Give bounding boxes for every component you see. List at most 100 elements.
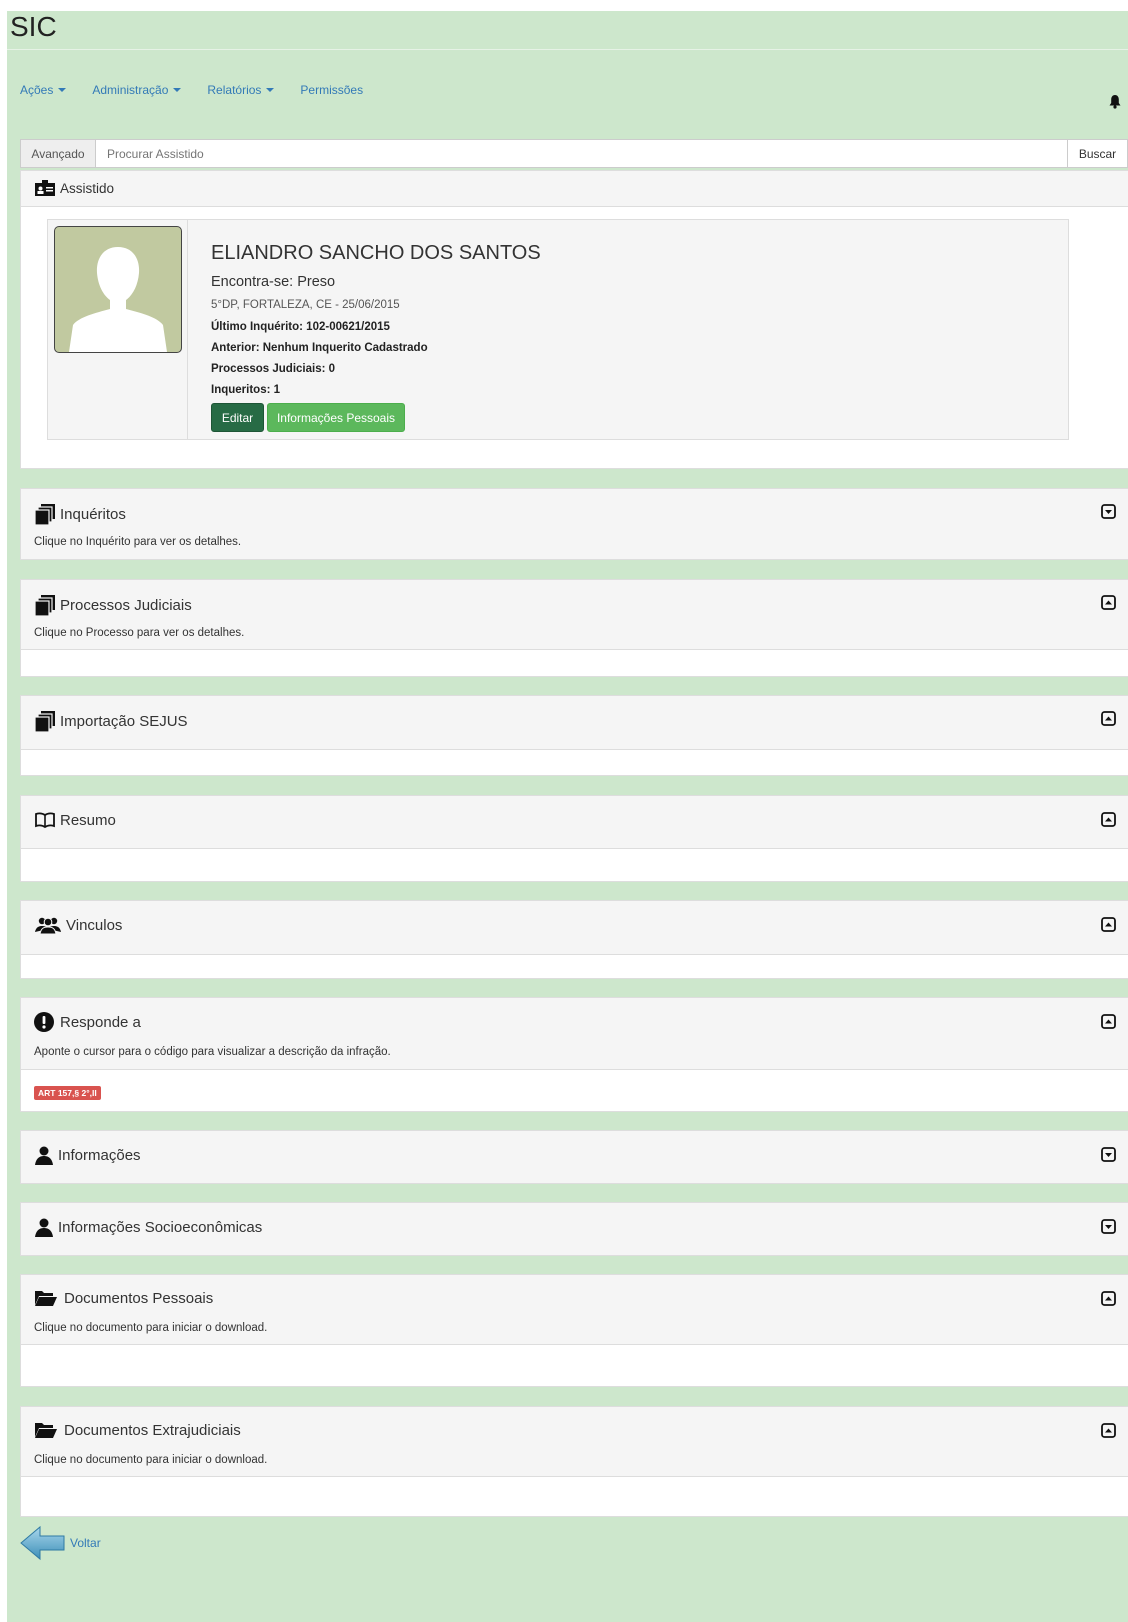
responde-panel: Responde a Aponte o cursor para o código… — [20, 997, 1128, 1112]
copy-icon — [34, 710, 56, 732]
copy-icon — [34, 503, 56, 525]
header-divider — [7, 49, 1128, 50]
docs-extra-title: Documentos Extrajudiciais — [34, 1421, 241, 1439]
photo-cell — [48, 220, 188, 439]
nav-administracao[interactable]: Administração — [92, 83, 182, 107]
socio-panel-header[interactable]: Informações Socioeconômicas — [21, 1203, 1128, 1255]
responde-subtitle: Aponte o cursor para o código para visua… — [34, 1046, 391, 1058]
docs-extra-subtitle: Clique no documento para iniciar o downl… — [34, 1454, 268, 1466]
docs-pessoais-panel: Documentos Pessoais Clique no documento … — [20, 1274, 1128, 1387]
collapse-icon[interactable] — [1101, 1014, 1116, 1029]
docs-pessoais-subtitle: Clique no documento para iniciar o downl… — [34, 1322, 268, 1334]
processos-panel-header[interactable]: Processos Judiciais Clique no Processo p… — [21, 580, 1128, 650]
back-link[interactable]: Voltar — [20, 1525, 101, 1561]
back-label: Voltar — [70, 1536, 101, 1550]
folder-open-icon — [34, 1421, 58, 1439]
docs-extra-panel-header[interactable]: Documentos Extrajudiciais Clique no docu… — [21, 1407, 1128, 1477]
brand-title[interactable]: SIC — [10, 11, 57, 43]
nav-acoes[interactable]: Ações — [20, 83, 67, 107]
vinculos-title-label: Vinculos — [66, 916, 123, 934]
avatar — [54, 226, 182, 353]
collapse-icon[interactable] — [1101, 917, 1116, 932]
user-icon — [34, 1217, 54, 1237]
processos-count: Processos Judiciais: 0 — [211, 363, 336, 375]
person-silhouette-icon — [69, 247, 167, 352]
processos-panel: Processos Judiciais Clique no Processo p… — [20, 579, 1128, 677]
responde-title-label: Responde a — [60, 1013, 141, 1031]
assistido-panel-title: Assistido — [34, 179, 114, 197]
responde-panel-header[interactable]: Responde a Aponte o cursor para o código… — [21, 998, 1128, 1070]
responde-title: Responde a — [34, 1012, 141, 1032]
inqueritos-count: Inqueritos: 1 — [211, 384, 281, 396]
processos-title-label: Processos Judiciais — [60, 596, 192, 614]
nav-relatorios[interactable]: Relatórios — [207, 83, 275, 107]
app-container: SIC Ações Administração Relatórios Permi… — [7, 11, 1128, 1622]
vinculos-panel-header[interactable]: Vinculos — [21, 901, 1128, 955]
nav-permissoes[interactable]: Permissões — [300, 83, 363, 107]
vinculos-title: Vinculos — [34, 916, 122, 934]
inqueritos-panel: Inquéritos Clique no Inquérito para ver … — [20, 488, 1128, 560]
page: SIC Ações Administração Relatórios Permi… — [0, 0, 1128, 1622]
assistido-panel: Assistido ELIANDRO SANCHO DOS SANTOS Enc… — [20, 170, 1128, 469]
collapse-icon[interactable] — [1101, 1423, 1116, 1438]
docs-pessoais-title-label: Documentos Pessoais — [64, 1289, 214, 1307]
processos-title: Processos Judiciais — [34, 594, 192, 616]
edit-button[interactable]: Editar — [211, 403, 264, 432]
informacoes-title: Informações — [34, 1145, 141, 1165]
informacoes-panel: Informações — [20, 1130, 1128, 1184]
expand-icon[interactable] — [1101, 1219, 1116, 1234]
docs-pessoais-panel-header[interactable]: Documentos Pessoais Clique no documento … — [21, 1275, 1128, 1345]
assistido-name: ELIANDRO SANCHO DOS SANTOS — [211, 242, 541, 264]
collapse-icon[interactable] — [1101, 1291, 1116, 1306]
expand-icon[interactable] — [1101, 504, 1116, 519]
infraction-badge[interactable]: ART 157,§ 2°,II — [34, 1086, 101, 1100]
socio-title-label: Informações Socioeconômicas — [58, 1218, 263, 1236]
ultimo-inquerito: Último Inquérito: 102-00621/2015 — [211, 321, 390, 333]
resumo-panel: Resumo — [20, 795, 1128, 882]
resumo-panel-header[interactable]: Resumo — [21, 796, 1128, 849]
sejus-title: Importação SEJUS — [34, 710, 188, 732]
search-input[interactable] — [96, 140, 1067, 167]
assistido-card: ELIANDRO SANCHO DOS SANTOS Encontra-se: … — [47, 219, 1069, 440]
socio-title: Informações Socioeconômicas — [34, 1217, 262, 1237]
sejus-panel: Importação SEJUS — [20, 695, 1128, 776]
copy-icon — [34, 594, 56, 616]
resumo-title-label: Resumo — [60, 811, 116, 829]
resumo-title: Resumo — [34, 811, 116, 829]
docs-extra-title-label: Documentos Extrajudiciais — [64, 1421, 241, 1439]
informacoes-title-label: Informações — [58, 1146, 141, 1164]
user-icon — [34, 1145, 54, 1165]
inqueritos-title: Inquéritos — [34, 503, 126, 525]
assistido-title-label: Assistido — [60, 180, 115, 196]
assistido-panel-header: Assistido — [21, 171, 1128, 207]
search-bar: Avançado Buscar — [20, 139, 1128, 168]
search-button[interactable]: Buscar — [1067, 140, 1127, 167]
nav-permissoes-label: Permissões — [300, 83, 364, 97]
nav-relatorios-label: Relatórios — [207, 83, 262, 97]
vinculos-panel: Vinculos — [20, 900, 1128, 979]
sejus-panel-header[interactable]: Importação SEJUS — [21, 696, 1128, 750]
collapse-icon[interactable] — [1101, 711, 1116, 726]
docs-pessoais-title: Documentos Pessoais — [34, 1289, 213, 1307]
informacoes-panel-header[interactable]: Informações — [21, 1131, 1128, 1183]
docs-extra-panel: Documentos Extrajudiciais Clique no docu… — [20, 1406, 1128, 1517]
id-badge-icon — [34, 179, 56, 197]
users-icon — [34, 916, 62, 934]
anterior-inquerito: Anterior: Nenhum Inquerito Cadastrado — [211, 342, 428, 354]
assistido-status: Encontra-se: Preso — [211, 274, 336, 290]
inqueritos-panel-header[interactable]: Inquéritos Clique no Inquérito para ver … — [21, 489, 1128, 559]
exclamation-circle-icon — [34, 1012, 54, 1032]
caret-down-icon — [58, 88, 67, 92]
assistido-location: 5°DP, FORTALEZA, CE - 25/06/2015 — [211, 299, 400, 311]
personal-info-button[interactable]: Informações Pessoais — [267, 403, 405, 432]
bell-icon[interactable] — [1108, 94, 1122, 110]
advanced-search-button[interactable]: Avançado — [21, 140, 96, 167]
caret-down-icon — [266, 88, 275, 92]
expand-icon[interactable] — [1101, 1147, 1116, 1162]
back-arrow-icon — [20, 1525, 65, 1561]
sejus-title-label: Importação SEJUS — [60, 712, 188, 730]
inqueritos-title-label: Inquéritos — [60, 505, 126, 523]
book-icon — [34, 811, 56, 829]
collapse-icon[interactable] — [1101, 812, 1116, 827]
collapse-icon[interactable] — [1101, 595, 1116, 610]
